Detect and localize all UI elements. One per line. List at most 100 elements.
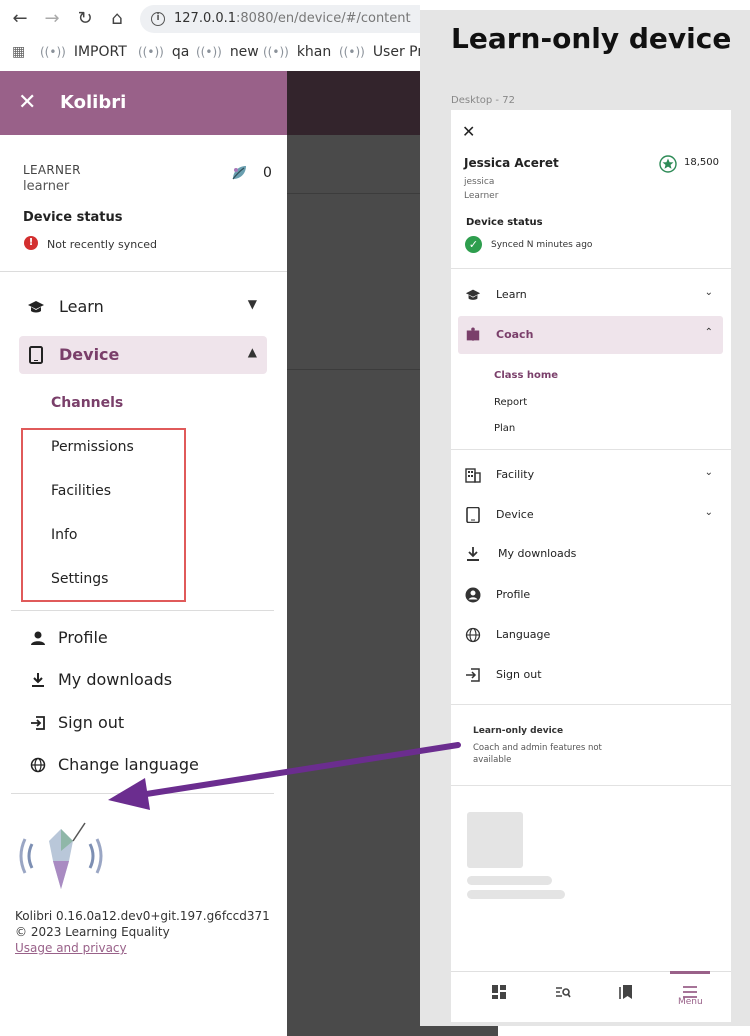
close-icon[interactable]: ✕ [462,122,475,141]
apps-grid-icon[interactable]: ▦ [12,44,25,60]
person-icon [31,631,45,645]
mockup-nav-coach[interactable]: Coach ⌃ [458,316,723,354]
menu-tab-label: Menu [678,997,703,1007]
divider [451,449,731,450]
nav-label: Learn [59,297,104,316]
back-icon[interactable]: ← [9,9,31,29]
forward-icon[interactable]: → [41,9,63,29]
chevron-up-icon[interactable]: ▲ [248,345,257,359]
divider [451,268,731,269]
site-info-icon[interactable]: i [151,12,165,26]
points-leaf-icon [232,166,246,180]
learn-only-note-title: Learn-only device [473,726,564,736]
mockup-subnav-report[interactable]: Report [494,397,527,408]
nav-label: Profile [496,588,531,601]
chevron-down-icon[interactable]: ⌄ [705,287,713,298]
nav-item-learn[interactable]: Learn ▼ [19,288,267,326]
bookmark-label: User Pro [372,44,420,60]
error-icon: ! [24,236,38,250]
address-bar[interactable]: 127.0.0.1:8080/en/device/#/content [140,5,420,33]
divider [287,193,420,194]
mockup-title: Learn-only device [451,22,732,55]
divider [0,271,287,272]
mockup-device-status-heading: Device status [466,217,543,228]
facility-icon [465,468,481,483]
chevron-down-icon[interactable]: ⌄ [705,507,713,518]
mockup-subnav-plan[interactable]: Plan [494,423,515,434]
chevron-down-icon[interactable]: ▼ [248,297,257,311]
mockup-username: jessica [464,177,495,187]
close-icon[interactable]: ✕ [18,91,36,115]
frame-label: Desktop - 72 [451,95,515,106]
app-title: Kolibri [60,92,127,113]
mockup-nav-language[interactable]: Language [458,616,723,654]
nav-label: Sign out [496,668,542,681]
divider [11,610,274,611]
kolibri-logo [19,822,103,889]
check-circle-icon: ✓ [465,236,482,253]
mockup-subnav-class-home[interactable]: Class home [494,370,558,381]
chevron-down-icon[interactable]: ⌄ [705,467,713,478]
nav-label: Language [496,628,551,641]
bookmark-item[interactable]: ((•)) IMPORT [40,44,127,60]
screenshot-root: ← → ↻ ⌂ 127.0.0.1:8080/en/device/#/conte… [0,0,750,1036]
username: learner [23,179,70,194]
sign-out-icon [31,716,45,730]
mockup-points: 18,500 [684,157,719,168]
subnav-channels[interactable]: Channels [51,395,123,411]
bookmark-item[interactable]: ((•)) new [196,44,259,60]
user-role: LEARNER [23,163,81,177]
coach-icon [466,327,480,341]
nav-label: My downloads [58,670,173,689]
bookmark-item[interactable]: ((•)) qa [138,44,189,60]
dashboard-icon[interactable] [490,984,508,1000]
school-icon [28,301,44,313]
bookmark-label: khan [296,44,332,60]
home-icon[interactable]: ⌂ [106,9,128,29]
drawer-header: ✕ Kolibri [0,71,287,135]
bookmarks-icon[interactable] [617,984,635,1000]
device-status-heading: Device status [23,210,123,225]
mockup-nav-sign-out[interactable]: Sign out [458,656,723,694]
bookmark-item[interactable]: ((•))User Pro [339,44,420,60]
learn-only-note-body: Coach and admin features not available [473,743,602,765]
chevron-up-icon[interactable]: ⌃ [705,327,713,338]
search-library-icon[interactable] [554,984,572,1000]
mockup-nav-profile[interactable]: Profile [458,576,723,614]
download-icon [32,673,44,687]
sync-status: Not recently synced [47,238,157,251]
usage-privacy-link[interactable]: Usage and privacy [15,941,127,955]
star-icon [659,155,677,173]
nav-label: Change language [58,755,199,774]
version-info: Kolibri 0.16.0a12.dev0+git.197.g6fccd371… [15,908,270,956]
divider [451,704,731,705]
mockup-nav-my-downloads[interactable]: My downloads [458,535,723,573]
nav-label: Profile [58,628,108,647]
annotation-highlight-box [21,428,186,602]
bookmark-item[interactable]: ((•)) khan [263,44,331,60]
placeholder-line [467,876,552,885]
placeholder-image [467,812,523,868]
globe-icon [30,757,46,773]
reload-icon[interactable]: ↻ [74,9,96,29]
mockup-user-name: Jessica Aceret [464,156,559,170]
globe-icon [465,627,481,643]
url-path: :8080/en/device/#/content [236,11,411,26]
mockup-role: Learner [464,191,499,201]
divider [451,785,731,786]
account-circle-icon [465,587,481,603]
mockup-nav-learn[interactable]: Learn ⌄ [458,276,723,314]
divider [287,369,420,370]
version-string: Kolibri 0.16.0a12.dev0+git.197.g6fccd371 [15,909,270,923]
divider [11,793,274,794]
side-nav-drawer: ✕ Kolibri LEARNER learner 0 Device statu… [0,71,287,1036]
tablet-icon [29,346,43,364]
nav-item-device[interactable]: Device ▲ [19,336,267,374]
mockup-nav-facility[interactable]: Facility ⌄ [458,456,723,494]
mockup-nav-device[interactable]: Device ⌄ [458,496,723,534]
bookmark-label: new [229,44,259,60]
tablet-icon [466,507,480,523]
nav-label: Device [496,508,534,521]
copyright: © 2023 Learning Equality [15,925,170,939]
nav-label: Sign out [58,713,125,732]
